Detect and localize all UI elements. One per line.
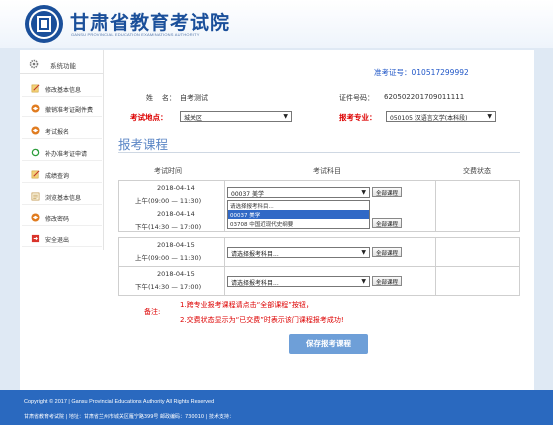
section-title: 报考课程 xyxy=(118,137,169,152)
course-select-value: 00037 美学 xyxy=(231,191,264,198)
cap-icon xyxy=(31,126,40,135)
id-value: 620502201709011111 xyxy=(384,93,465,101)
ticket-number-value: 010517299992 xyxy=(411,68,469,77)
course-select[interactable]: 00037 美学 ▼ xyxy=(227,187,370,198)
major-label: 报考专业： xyxy=(339,113,377,122)
ticket-number: 准考证号：010517299992 xyxy=(374,67,469,78)
course-select[interactable]: 请选择报考科目... ▼ xyxy=(227,276,370,287)
cap-icon xyxy=(31,104,40,113)
refresh-icon xyxy=(31,148,40,157)
edit-icon xyxy=(31,170,40,179)
sidebar-item-label: 修改密码 xyxy=(45,216,70,223)
course-select[interactable]: 请选择报考科目... ▼ xyxy=(227,247,370,258)
site-footer: Copyright © 2017 | Gansu Provincial Educ… xyxy=(0,390,553,425)
sidebar-item-label: 补办准考证申请 xyxy=(45,151,88,158)
site-header: 甘肃省教育考试院 GANSU PROVINCIAL EDUCATION EXAM… xyxy=(0,0,553,48)
header-exam-subject: 考试科目 xyxy=(313,167,341,175)
exam-site-value: 城关区 xyxy=(184,115,203,122)
sidebar-item-label: 考试报名 xyxy=(45,129,70,136)
save-courses-button[interactable]: 保存报考课程 xyxy=(289,334,368,354)
sidebar-heading: 系统功能 xyxy=(20,54,104,74)
sidebar-heading-label: 系统功能 xyxy=(50,62,76,70)
exam-date: 2018-04-14 xyxy=(157,210,195,218)
exam-time: 下午(14:30 — 17:00) xyxy=(135,223,202,231)
chevron-down-icon: ▼ xyxy=(361,189,366,196)
exam-time: 下午(14:30 — 17:00) xyxy=(135,283,202,291)
chevron-down-icon: ▼ xyxy=(361,249,366,256)
site-title: 甘肃省教育考试院 xyxy=(70,12,231,34)
dropdown-option[interactable]: 00037 美学 xyxy=(228,210,369,219)
note-line: 2.交费状态显示为“已交费”时表示该门课程报考成功! xyxy=(180,316,344,324)
sidebar-item-exam-signup[interactable]: 考试报名 xyxy=(22,123,102,139)
all-courses-button[interactable]: 全部课程 xyxy=(372,218,403,228)
exam-date: 2018-04-15 xyxy=(157,241,195,249)
footer-info: 甘肃省教育考试院 | 地址：甘肃省兰州市城关区雁宁路399号 邮政编码：7300… xyxy=(24,414,234,420)
chevron-down-icon: ▼ xyxy=(361,278,366,285)
all-courses-button[interactable]: 全部课程 xyxy=(372,247,403,257)
cell-divider xyxy=(435,238,436,266)
edit-icon xyxy=(31,84,40,93)
gear-icon xyxy=(29,59,39,69)
sidebar-item-label: 安全退出 xyxy=(45,237,70,244)
header-fee-status: 交费状态 xyxy=(463,167,491,175)
id-label: 证件号码： xyxy=(339,94,374,102)
sidebar-item-label: 浏览基本信息 xyxy=(45,195,82,202)
sidebar-item-score-query[interactable]: 成绩查询 xyxy=(22,167,102,183)
header-exam-time: 考试时间 xyxy=(154,167,182,175)
ticket-number-label: 准考证号： xyxy=(374,68,412,77)
cell-divider xyxy=(435,181,436,231)
sidebar: 系统功能 修改基本信息 撤销准考证副件费 考试报名 补办准考证申请 成绩查询 浏… xyxy=(20,50,104,250)
exam-date: 2018-04-14 xyxy=(157,184,195,192)
sidebar-item-change-password[interactable]: 修改密码 xyxy=(22,210,102,226)
exam-site-label: 考试地点： xyxy=(130,113,168,122)
sidebar-item-label: 撤销准考证副件费 xyxy=(45,107,94,114)
cap-icon xyxy=(31,213,40,222)
sidebar-item-label: 修改基本信息 xyxy=(45,87,82,94)
major-select[interactable]: 050105 汉语言文学(本科段) ▼ xyxy=(386,111,496,122)
list-icon xyxy=(31,192,40,201)
major-value: 050105 汉语言文学(本科段) xyxy=(390,115,468,122)
note-line: 1.跨专业报考课程请点击“全部课程”按钮， xyxy=(180,301,313,309)
cell-divider xyxy=(224,238,225,266)
all-courses-button[interactable]: 全部课程 xyxy=(372,276,403,286)
name-label: 姓 名： xyxy=(146,94,176,102)
all-courses-button[interactable]: 全部课程 xyxy=(372,187,403,197)
notes-label: 备注: xyxy=(144,308,161,316)
sidebar-item-edit-info[interactable]: 修改基本信息 xyxy=(22,81,102,97)
exit-icon xyxy=(31,234,40,243)
cell-divider xyxy=(435,267,436,295)
chevron-down-icon: ▼ xyxy=(487,113,492,120)
dropdown-option[interactable]: 请选择报考科目... xyxy=(228,201,369,210)
exam-time: 上午(09:00 — 11:30) xyxy=(135,254,202,262)
sidebar-item-browse-info[interactable]: 浏览基本信息 xyxy=(22,189,102,205)
sidebar-item-logout[interactable]: 安全退出 xyxy=(22,231,102,247)
sidebar-item-revoke-fee[interactable]: 撤销准考证副件费 xyxy=(22,101,102,117)
exam-time: 上午(09:00 — 11:30) xyxy=(135,197,202,205)
sidebar-item-reissue-card[interactable]: 补办准考证申请 xyxy=(22,145,102,161)
chevron-down-icon: ▼ xyxy=(283,113,288,120)
site-subtitle: GANSU PROVINCIAL EDUCATION EXAMINATIONS … xyxy=(71,32,200,37)
cell-divider xyxy=(224,267,225,295)
cell-divider xyxy=(224,181,225,231)
exam-date: 2018-04-15 xyxy=(157,270,195,278)
sidebar-item-label: 成绩查询 xyxy=(45,173,70,180)
course-select-value: 请选择报考科目... xyxy=(231,251,279,258)
course-select-value: 请选择报考科目... xyxy=(231,280,279,287)
exam-site-select[interactable]: 城关区 ▼ xyxy=(180,111,292,122)
name-value: 自考测试 xyxy=(180,94,208,102)
dropdown-option[interactable]: 03708 中国近现代史纲要 xyxy=(228,219,369,228)
section-divider xyxy=(118,152,520,153)
authority-logo-icon xyxy=(25,5,63,43)
course-dropdown-list: 请选择报考科目... 00037 美学 03708 中国近现代史纲要 xyxy=(227,200,370,229)
footer-copyright: Copyright © 2017 | Gansu Provincial Educ… xyxy=(24,399,215,405)
